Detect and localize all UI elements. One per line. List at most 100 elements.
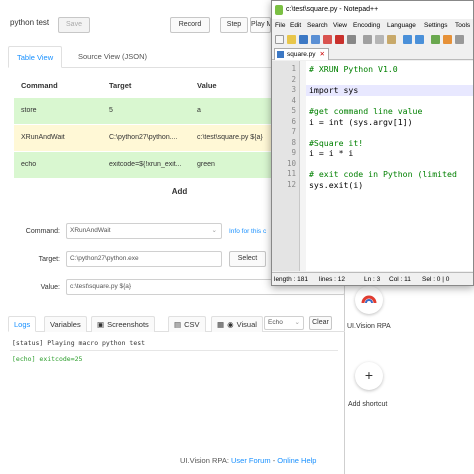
code-line: # exit code in Python (limited [309, 169, 457, 179]
clear-button[interactable]: Clear [309, 316, 332, 330]
command-select[interactable]: XRunAndWait ⌄ [66, 223, 222, 239]
info-link[interactable]: Info for this c [229, 228, 266, 235]
target-field[interactable]: C:\python27\python.exe [66, 251, 222, 267]
column-header-command: Command [21, 81, 58, 90]
uivision-shortcut[interactable] [355, 286, 383, 314]
menu-file[interactable]: File [275, 22, 285, 29]
camera-icon: ▣ [97, 320, 105, 329]
paste-icon[interactable] [387, 35, 396, 44]
status-bar: length : 181 lines : 12 Ln : 3 Col : 11 … [272, 272, 473, 285]
window-title-bar[interactable]: c:\test\square.py - Notepad++ [272, 1, 473, 19]
tab-csv-label: CSV [184, 320, 200, 329]
footer-prefix: UI.Vision RPA: [180, 456, 229, 465]
line-number: 6 [291, 116, 296, 126]
tab-square-py[interactable]: square.py ✕ [274, 48, 329, 60]
cell-value: a [197, 107, 201, 114]
close-file-icon[interactable] [323, 35, 332, 44]
chevron-down-icon: ⌄ [211, 227, 217, 234]
tab-table-view[interactable]: Table View [8, 46, 63, 68]
line-number: 2 [291, 74, 296, 84]
cell-value: c:\test\square.py ${a} [197, 134, 263, 141]
macro-name: python test [10, 18, 50, 27]
code-line: sys.exit(i) [309, 179, 364, 190]
command-label: Command: [25, 228, 60, 235]
status-length: length : 181 [274, 276, 308, 283]
line-number: 9 [291, 148, 296, 157]
save-all-icon[interactable] [311, 35, 320, 44]
log-tag: [echo] [12, 355, 36, 363]
redo-icon[interactable] [415, 35, 424, 44]
file-tabs: square.py ✕ [272, 47, 473, 60]
tab-source-view[interactable]: Source View (JSON) [70, 46, 155, 68]
log-text: Playing macro python test [47, 339, 146, 347]
save-icon[interactable] [299, 35, 308, 44]
menu-view[interactable]: View [333, 22, 347, 29]
tab-logs-label: Logs [14, 320, 31, 329]
close-all-icon[interactable] [335, 35, 344, 44]
line-number: 12 [286, 179, 296, 189]
plus-icon: + [364, 367, 374, 383]
code-line: i = i * i [309, 148, 354, 158]
menu-bar: File Edit Search View Encoding Language … [272, 20, 473, 33]
log-divider [10, 350, 338, 351]
add-shortcut-button[interactable]: + [355, 362, 383, 390]
add-shortcut-label: Add shortcut [348, 401, 388, 408]
file-saved-icon [277, 51, 284, 58]
uivision-shortcut-label: UI.Vision RPA [347, 323, 391, 330]
save-button[interactable]: Save [58, 17, 90, 33]
step-button[interactable]: Step [220, 17, 248, 33]
tab-visual-label: Visual [236, 320, 257, 329]
tab-variables-label: Variables [50, 320, 81, 329]
cell-command: store [21, 107, 37, 114]
chevron-down-icon: ⌄ [294, 319, 300, 326]
tab-visual[interactable]: ▦ ◉ Visual [211, 316, 263, 332]
line-number: 4 [291, 95, 296, 105]
tab-csv[interactable]: ▤ CSV [168, 316, 206, 332]
status-sel: Sel : 0 | 0 [422, 276, 450, 283]
cut-icon[interactable] [363, 35, 372, 44]
close-icon[interactable]: ✕ [320, 51, 325, 58]
cell-command: XRunAndWait [21, 134, 65, 141]
window-title: c:\test\square.py - Notepad++ [286, 6, 379, 13]
cell-target: C:\python27\python.... [109, 134, 178, 141]
play-macro-button[interactable]: Play M [250, 17, 271, 33]
cell-target: exitcode=${!xrun_exit... [109, 161, 182, 168]
menu-search[interactable]: Search [307, 22, 328, 29]
menu-settings[interactable]: Settings [424, 22, 448, 29]
find-icon[interactable] [431, 35, 440, 44]
tab-screenshots-label: Screenshots [107, 320, 149, 329]
log-line-status: [status] Playing macro python test [12, 339, 145, 347]
tab-logs[interactable]: Logs [8, 316, 37, 332]
tab-screenshots[interactable]: ▣ Screenshots [91, 316, 155, 332]
line-number: 1 [291, 64, 296, 73]
code-line: #get command line value [309, 106, 423, 116]
copy-icon[interactable] [375, 35, 384, 44]
code-line: i = int (sys.argv[1]) [309, 116, 413, 127]
print-icon[interactable] [347, 35, 356, 44]
undo-icon[interactable] [403, 35, 412, 44]
cell-value: green [197, 161, 215, 168]
tab-variables[interactable]: Variables [44, 316, 87, 332]
menu-encoding[interactable]: Encoding [353, 22, 380, 29]
log-filter-select[interactable]: Echo ⌄ [264, 316, 304, 330]
target-label: Target: [38, 256, 60, 263]
zoom-in-icon[interactable] [455, 35, 464, 44]
menu-edit[interactable]: Edit [290, 22, 301, 29]
table-icon: ▤ [174, 320, 182, 329]
online-help-link[interactable]: Online Help [277, 456, 316, 465]
new-file-icon[interactable] [275, 35, 284, 44]
log-filter-value: Echo [268, 319, 283, 326]
replace-icon[interactable] [443, 35, 452, 44]
eye-icon: ◉ [227, 320, 234, 329]
line-number: 3 [291, 85, 296, 94]
menu-tools[interactable]: Tools [455, 22, 470, 29]
user-forum-link[interactable]: User Forum [231, 456, 271, 465]
select-button[interactable]: Select [229, 251, 266, 267]
column-header-target: Target [109, 81, 132, 90]
open-file-icon[interactable] [287, 35, 296, 44]
menu-language[interactable]: Language [387, 22, 416, 29]
tab-label: square.py [287, 51, 316, 58]
notepadpp-window: c:\test\square.py - Notepad++ File Edit … [271, 0, 474, 286]
record-button[interactable]: Record [170, 17, 210, 33]
code-editor[interactable]: 1 2 3 4 5 6 7 8 9 10 11 12 # XRUN Python V1.0 import… [272, 61, 473, 271]
